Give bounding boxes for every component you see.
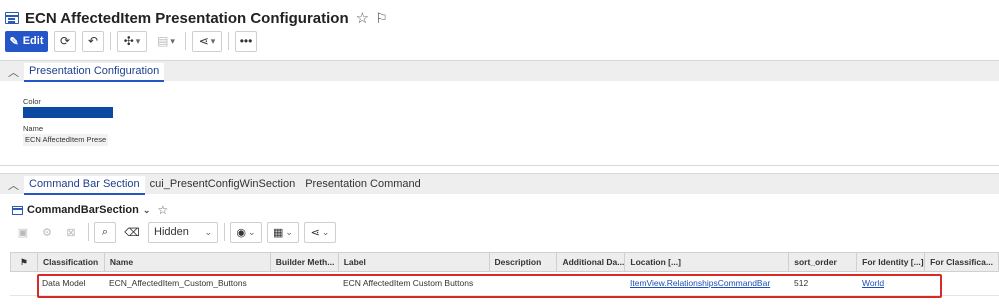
toolbar-divider (185, 32, 186, 50)
more-icon: ••• (239, 34, 253, 48)
column-header[interactable]: Classification (38, 253, 105, 271)
undo-redo-icon: ↶ (87, 34, 99, 48)
network-button[interactable]: ✣ ▾ (117, 30, 147, 52)
toolbar-divider (88, 223, 89, 241)
layout-button[interactable]: ▦ ⌄ (267, 221, 299, 243)
grid-toolbar: ▣ ⚙ ⊠ ⌕ ⌫ Hidden ⌄ ◉ ⌄ ▦ ⌄ ⋖ ⌄ (12, 221, 336, 243)
column-header[interactable]: Additional Da... (557, 253, 626, 271)
column-header[interactable]: Label (339, 253, 490, 271)
more-button[interactable]: ••• (235, 30, 257, 52)
favorite-star-icon[interactable]: ☆ (157, 203, 168, 217)
form-icon (5, 12, 19, 24)
name-cell: ECN_AffectedItem_Custom_Buttons (109, 278, 247, 288)
toolbar-divider (228, 32, 229, 50)
clipboard-icon: ▤ (157, 34, 169, 48)
clear-search-button[interactable]: ⌫ (121, 221, 143, 243)
tab-present-config-win-section[interactable]: cui_PresentConfigWinSection (145, 176, 301, 195)
clipboard-button[interactable]: ▤ ▾ (153, 30, 179, 52)
edit-button-label: Edit (22, 35, 44, 47)
view-select-value: Hidden (154, 226, 189, 238)
page-title: ECN AffectedItem Presentation Configurat… (25, 9, 349, 27)
new-item-icon: ▣ (17, 226, 29, 239)
undo-redo-button[interactable]: ↶ (82, 30, 104, 52)
sort-order-cell: 512 (794, 278, 809, 288)
share-icon: ⋖ (198, 34, 209, 48)
share-button[interactable]: ⋖ ⌄ (304, 221, 336, 243)
builder-method-cell (270, 272, 338, 295)
chevron-down-icon: ▾ (135, 35, 141, 46)
settings-button[interactable]: ⚙ (36, 221, 58, 243)
command-bar-grid: ⚑ Classification Name Builder Meth... La… (10, 252, 999, 296)
tab-presentation-command[interactable]: Presentation Command (300, 176, 426, 195)
column-header[interactable]: Name (105, 253, 271, 271)
layout-icon: ▦ (273, 226, 284, 239)
clear-icon: ⌫ (124, 226, 140, 239)
column-header[interactable]: Builder Meth... (271, 253, 339, 271)
delete-button[interactable]: ⊠ (60, 221, 82, 243)
pencil-icon: ✎ (9, 35, 19, 48)
chevron-down-icon: ▾ (170, 35, 175, 46)
refresh-button[interactable]: ⟳ (54, 30, 76, 52)
network-icon: ✣ (123, 34, 134, 48)
favorite-star-icon[interactable]: ☆ (356, 9, 369, 27)
label-cell: ECN AffectedItem Custom Buttons (343, 278, 474, 288)
presentation-tabs: Presentation Configuration (24, 61, 165, 82)
camera-icon: ◉ (236, 226, 247, 239)
collapse-chevron-icon[interactable]: ︿ (8, 177, 19, 193)
section-divider (0, 165, 999, 166)
collapse-chevron-icon[interactable]: ︿ (8, 64, 19, 80)
flag-icon[interactable]: ⚐ (375, 10, 388, 27)
command-section-header: CommandBarSection ⌄ ☆ (12, 203, 168, 217)
refresh-icon: ⟳ (59, 34, 71, 48)
chevron-down-icon[interactable]: ⌄ (143, 205, 151, 216)
chevron-down-icon: ⌄ (204, 226, 212, 237)
color-label: Color (23, 97, 41, 106)
view-select[interactable]: Hidden ⌄ (148, 221, 218, 243)
table-row[interactable]: Data Model ECN_AffectedItem_Custom_Butto… (10, 272, 999, 296)
column-header[interactable]: For Classifica... (925, 253, 998, 271)
new-item-button[interactable]: ▣ (12, 221, 34, 243)
toolbar-divider (224, 223, 225, 241)
identity-link[interactable]: World (857, 272, 925, 295)
column-header[interactable]: Description (490, 253, 558, 271)
search-button[interactable]: ⌕ (94, 221, 116, 243)
column-header[interactable]: For Identity [...] (857, 253, 926, 271)
classification-cell: Data Model (42, 278, 86, 288)
description-cell (489, 272, 557, 295)
toolbar-divider (110, 32, 111, 50)
search-icon: ⌕ (101, 225, 109, 238)
location-link[interactable]: ItemView.RelationshipsCommandBar (625, 272, 789, 295)
command-section-title: CommandBarSection (27, 204, 139, 216)
chevron-down-icon: ▾ (210, 35, 216, 46)
color-swatch (23, 107, 113, 118)
flag-column-icon[interactable]: ⚑ (11, 253, 38, 271)
share-button[interactable]: ⋖ ▾ (192, 30, 222, 52)
command-tabs: Command Bar Section cui_PresentConfigWin… (24, 174, 426, 195)
main-toolbar: ✎ Edit ⟳ ↶ ✣ ▾ ▤ ▾ ⋖ ▾ ••• (5, 30, 257, 52)
edit-button[interactable]: ✎ Edit (5, 30, 48, 52)
additional-data-cell (557, 272, 625, 295)
camera-button[interactable]: ◉ ⌄ (230, 221, 262, 243)
name-value: ECN AffectedItem Prese (23, 134, 109, 146)
column-header[interactable]: sort_order (789, 253, 858, 271)
gear-icon: ⚙ (42, 226, 52, 239)
presentation-section-bar: ︿ Presentation Configuration (0, 60, 999, 82)
row-flag-cell (10, 272, 37, 295)
grid-header: ⚑ Classification Name Builder Meth... La… (10, 252, 999, 272)
chevron-down-icon: ⌄ (285, 226, 293, 237)
tab-command-bar-section[interactable]: Command Bar Section (24, 176, 145, 195)
chevron-down-icon: ⌄ (248, 226, 256, 237)
classification-2-cell (925, 272, 998, 295)
tab-presentation-configuration[interactable]: Presentation Configuration (24, 63, 165, 82)
column-header[interactable]: Location [...] (625, 253, 790, 271)
delete-icon: ⊠ (66, 226, 76, 239)
command-section-bar: ︿ Command Bar Section cui_PresentConfigW… (0, 173, 999, 195)
page-header: ECN AffectedItem Presentation Configurat… (5, 8, 388, 28)
chevron-down-icon: ⌄ (321, 226, 330, 237)
name-label: Name (23, 124, 44, 133)
grid-view-icon (12, 205, 23, 215)
share-icon: ⋖ (310, 226, 320, 239)
